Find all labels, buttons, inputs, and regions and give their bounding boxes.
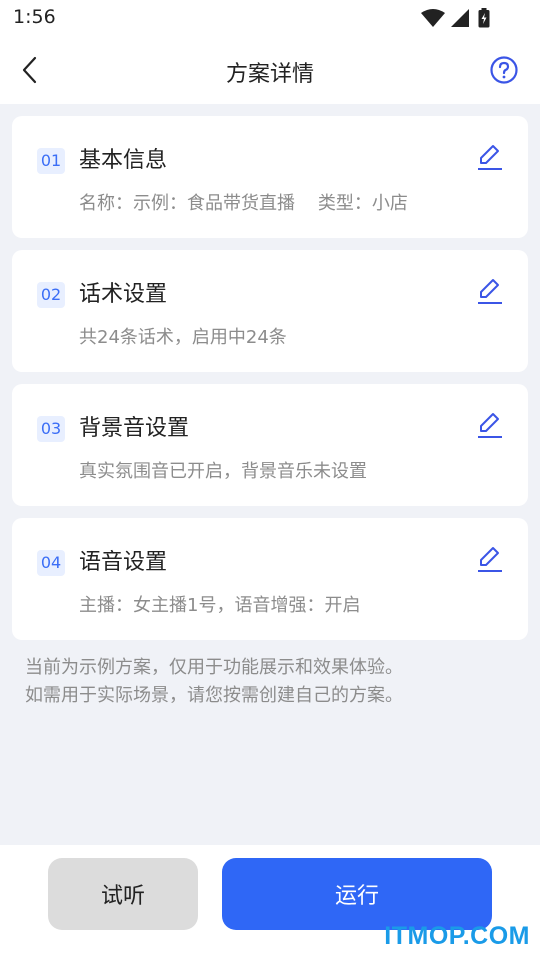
note-line: 如需用于实际场景，请您按需创建自己的方案。 [25,685,403,706]
card-description: 名称：示例：食品带货直播 类型：小店 [79,193,408,214]
card-voice-settings: 04 语音设置 主播：女主播1号，语音增强：开启 [12,518,528,640]
question-circle-icon [490,56,518,84]
help-button[interactable] [490,56,518,84]
card-description: 真实氛围音已开启，背景音乐未设置 [79,461,367,482]
pencil-icon [478,413,502,438]
edit-voice-settings-button[interactable] [476,544,504,574]
card-title: 语音设置 [79,550,168,575]
page-title: 方案详情 [225,62,314,87]
nav-bar: 方案详情 [0,36,540,104]
card-title: 基本信息 [79,148,168,173]
edit-basic-info-button[interactable] [476,142,504,172]
card-title: 背景音设置 [79,416,190,441]
card-script-settings: 02 话术设置 共24条话术，启用中24条 [12,250,528,372]
watermark: ITMOP.COM [384,922,530,950]
signal-icon [451,9,469,27]
card-description: 主播：女主播1号，语音增强：开启 [79,595,361,616]
pencil-icon [478,145,502,170]
card-background-sound-settings: 03 背景音设置 真实氛围音已开启，背景音乐未设置 [12,384,528,506]
card-number-badge: 04 [37,550,65,576]
card-number-badge: 03 [37,416,65,442]
edit-background-sound-button[interactable] [476,410,504,440]
card-number-badge: 02 [37,282,65,308]
sample-plan-note: 当前为示例方案，仅用于功能展示和效果体验。 如需用于实际场景，请您按需创建自己的… [25,654,515,710]
pencil-icon [478,279,502,304]
battery-icon [478,8,490,28]
listen-button[interactable]: 试听 [48,858,198,930]
top-area: 1:56 方案详情 [0,0,540,104]
run-button[interactable]: 运行 [222,858,492,930]
card-description: 共24条话术，启用中24条 [79,327,287,348]
bottom-action-bar: 试听 运行 ITMOP.COM [0,845,540,960]
status-bar: 1:56 [0,0,540,36]
edit-script-settings-button[interactable] [476,276,504,306]
card-title: 话术设置 [79,282,168,307]
wifi-icon [421,9,445,27]
card-basic-info: 01 基本信息 名称：示例：食品带货直播 类型：小店 [12,116,528,238]
status-icons [420,8,500,28]
card-number-badge: 01 [37,148,65,174]
status-time: 1:56 [13,6,56,28]
pencil-icon [478,547,502,572]
note-line: 当前为示例方案，仅用于功能展示和效果体验。 [25,657,403,678]
